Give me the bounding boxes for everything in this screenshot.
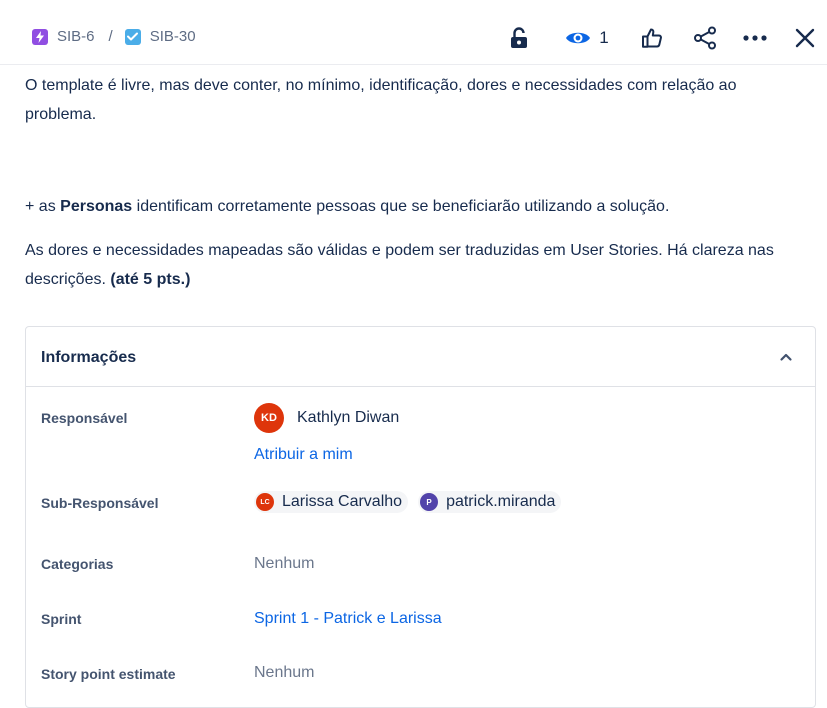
watch-button[interactable]: 1 <box>562 22 612 54</box>
share-button[interactable] <box>691 22 719 54</box>
details-panel-title: Informações <box>41 349 137 366</box>
details-panel: Informações Responsável KD Kathlyn Diwan… <box>25 326 816 708</box>
assignee-label: Responsável <box>41 410 128 426</box>
avatar: KD <box>254 403 284 433</box>
sub-assignee-chip[interactable]: LC Larissa Carvalho <box>254 491 409 513</box>
sub-assignee-name: patrick.miranda <box>446 493 556 510</box>
watch-count: 1 <box>599 28 609 47</box>
like-button[interactable] <box>639 22 665 54</box>
assign-to-me-link[interactable]: Atribuir a mim <box>254 446 353 464</box>
description-paragraph-personas: + as Personas identificam corretamente p… <box>25 192 795 221</box>
more-button[interactable] <box>741 22 769 54</box>
story-points-label: Story point estimate <box>41 666 176 682</box>
share-icon <box>693 26 717 50</box>
chevron-up-icon[interactable] <box>779 349 793 367</box>
categories-value[interactable]: Nenhum <box>254 555 314 573</box>
sub-assignee-field[interactable]: LC Larissa Carvalho P patrick.miranda <box>254 491 562 513</box>
personas-suffix: identificam corretamente pessoas que se … <box>132 198 670 215</box>
sprint-label: Sprint <box>41 611 82 627</box>
criteria-points: (até 5 pts.) <box>110 271 191 288</box>
assignee-field[interactable]: KD Kathlyn Diwan <box>254 403 399 433</box>
close-icon <box>795 28 815 48</box>
sub-assignee-label: Sub-Responsável <box>41 495 159 511</box>
issue-actions: 1 <box>0 22 827 54</box>
details-panel-header[interactable]: Informações <box>26 327 815 387</box>
avatar: P <box>420 493 439 511</box>
eye-icon <box>565 29 591 47</box>
description-paragraph-criteria: As dores e necessidades mapeadas são vál… <box>25 236 795 294</box>
thumbs-up-icon <box>641 27 663 49</box>
sub-assignee-name: Larissa Carvalho <box>282 493 403 510</box>
issue-header: SIB-6 / SIB-30 1 <box>0 0 827 65</box>
personas-bold: Personas <box>60 198 133 215</box>
categories-label: Categorias <box>41 556 114 572</box>
lock-button[interactable] <box>506 22 532 54</box>
avatar: LC <box>256 493 274 511</box>
sprint-link[interactable]: Sprint 1 - Patrick e Larissa <box>254 610 442 628</box>
more-icon <box>743 35 767 41</box>
story-points-value[interactable]: Nenhum <box>254 664 314 682</box>
unlock-icon <box>510 27 528 49</box>
description-paragraph: O template é livre, mas deve conter, no … <box>25 77 737 123</box>
personas-prefix: + as <box>25 198 61 215</box>
close-button[interactable] <box>792 22 818 54</box>
sub-assignee-chip[interactable]: P patrick.miranda <box>418 491 562 513</box>
assignee-name: Kathlyn Diwan <box>297 409 400 426</box>
